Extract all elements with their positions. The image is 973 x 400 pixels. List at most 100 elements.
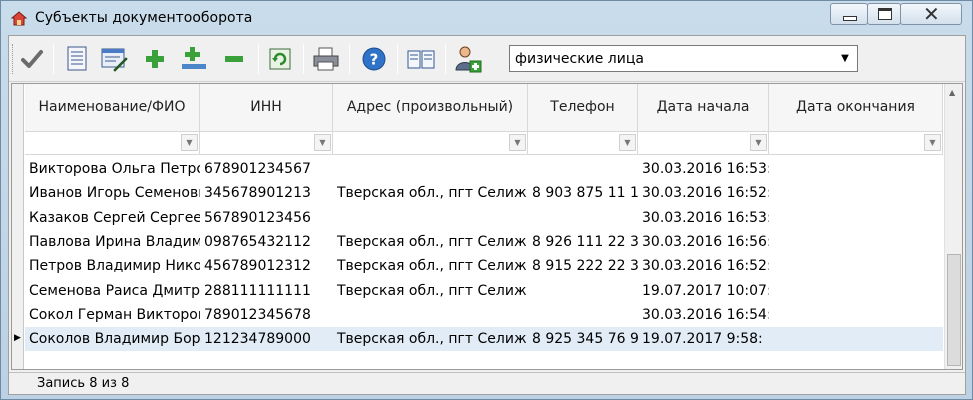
user-icon: [455, 46, 482, 73]
subject-type-value: физические лица: [515, 51, 644, 67]
table-cell: [333, 157, 528, 181]
add-record-button[interactable]: [179, 44, 209, 74]
chevron-down-icon[interactable]: ▼: [750, 134, 767, 151]
table-row[interactable]: Семенова Раиса Дмитри 288111111111 Тверска…: [25, 279, 943, 303]
toolbar-separator: [53, 44, 54, 74]
title-bar[interactable]: Субъекты документооборота ✕: [1, 1, 972, 35]
vertical-scrollbar[interactable]: ▲: [944, 84, 962, 369]
column-filter[interactable]: ▼: [528, 132, 638, 155]
column-filter[interactable]: ▼: [638, 132, 769, 155]
subject-type-select[interactable]: физические лица ▼: [509, 45, 858, 72]
help-icon: ?: [362, 47, 386, 71]
table-cell: [769, 181, 943, 205]
column-header[interactable]: ИНН: [200, 84, 333, 132]
table-cell: [769, 327, 943, 351]
table-cell: 30.03.2016 16:52:: [642, 185, 769, 202]
apply-button[interactable]: [17, 44, 47, 74]
scrollbar-thumb[interactable]: [947, 254, 961, 366]
printer-icon: [313, 47, 339, 71]
table-cell: Соколов Владимир Бор: [29, 331, 200, 348]
column-filter[interactable]: ▼: [200, 132, 333, 155]
column-filter[interactable]: ▼: [333, 132, 528, 155]
table-cell: [528, 279, 638, 303]
table-cell: 30.03.2016 16:53:: [642, 161, 769, 177]
table-cell: [528, 303, 638, 327]
chevron-down-icon[interactable]: ▼: [181, 134, 198, 151]
column-header[interactable]: Дата начала: [638, 84, 769, 132]
add-button[interactable]: [140, 44, 170, 74]
table-cell: Петров Владимир Нико: [29, 258, 200, 275]
refresh-button[interactable]: [265, 44, 295, 74]
scroll-up-icon[interactable]: ▲: [949, 88, 955, 97]
table-cell: Тверская обл., пгт Селиж: [337, 258, 527, 275]
table-cell: 30.03.2016 16:54:: [642, 306, 769, 323]
column-header[interactable]: Телефон: [528, 84, 638, 132]
view-document-button[interactable]: [62, 44, 92, 74]
subjects-grid[interactable]: Наименование/ФИО ▼ ИНН ▼ Адрес (произвольный…: [11, 83, 963, 370]
edit-document-button[interactable]: [99, 44, 129, 74]
minimize-icon: [843, 16, 857, 21]
chevron-down-icon[interactable]: ▼: [509, 134, 526, 151]
close-button[interactable]: ✕: [900, 2, 962, 26]
table-cell: 19.07.2017 10:07:: [642, 282, 769, 299]
window-title: Субъекты документооборота: [35, 10, 253, 26]
table-row[interactable]: Иванов Игорь Семенович 345678901213 Тверск…: [25, 181, 943, 205]
print-button[interactable]: [311, 44, 341, 74]
minimize-button[interactable]: [830, 3, 868, 25]
catalog-button[interactable]: [406, 44, 436, 74]
table-cell: [769, 157, 943, 181]
document-icon: [67, 46, 87, 71]
toolbar-separator: [349, 44, 350, 74]
toolbar-grip[interactable]: [12, 44, 15, 74]
table-cell: [769, 230, 943, 254]
minus-icon: [225, 56, 243, 62]
table-row[interactable]: Павлова Ирина Владим 098765432112 Тверская…: [25, 230, 943, 254]
users-button[interactable]: [453, 44, 483, 74]
remove-button[interactable]: [219, 44, 249, 74]
table-cell: 121234789000: [204, 331, 311, 348]
table-row[interactable]: Казаков Сергей Сергеевич567890123456 30.0…: [25, 206, 943, 230]
column-header[interactable]: Адрес (произвольный): [333, 84, 528, 132]
table-cell: Тверская обл., пгт Селиж: [337, 233, 527, 250]
column-header[interactable]: Наименование/ФИО: [25, 84, 200, 132]
chevron-down-icon[interactable]: ▼: [314, 134, 331, 151]
column-header-label: Наименование/ФИО: [38, 99, 186, 115]
column-filter[interactable]: ▼: [25, 132, 200, 155]
table-cell: 789012345678: [204, 306, 311, 323]
table-cell: Павлова Ирина Владим: [29, 233, 200, 250]
chevron-down-icon[interactable]: ▼: [619, 134, 636, 151]
column-header-label: Телефон: [550, 99, 615, 115]
table-cell: 456789012312: [204, 258, 311, 275]
table-cell: [769, 206, 943, 230]
table-row[interactable]: Викторова Ольга Петровна678901234567 30.0…: [25, 157, 943, 181]
table-cell: 8 925 345 76 9: [532, 331, 638, 348]
table-cell: 678901234567: [204, 161, 311, 177]
table-row[interactable]: Петров Владимир Нико 456789012312 Тверская…: [25, 254, 943, 278]
maximize-button[interactable]: [867, 3, 901, 25]
column-header[interactable]: Дата окончания: [769, 84, 943, 132]
table-row[interactable]: Сокол Герман Викторов 789012345678 30.03.2…: [25, 303, 943, 327]
table-cell: 567890123456: [204, 209, 311, 226]
house-icon: [11, 11, 27, 26]
refresh-icon: [269, 48, 291, 70]
column-filter[interactable]: ▼: [769, 132, 943, 155]
table-cell: 30.03.2016 16:52:: [642, 258, 769, 275]
table-cell: 288111111111: [204, 282, 311, 299]
chevron-down-icon[interactable]: ▼: [835, 48, 855, 69]
table-cell: 345678901213: [204, 185, 311, 202]
svg-text:?: ?: [370, 51, 379, 69]
toolbar-separator: [397, 44, 398, 74]
table-cell: Иванов Игорь Семенович: [29, 185, 200, 202]
chevron-down-icon[interactable]: ▼: [924, 134, 941, 151]
app-window: Субъекты документооборота ✕ ? физические…: [0, 0, 973, 400]
maximize-icon: [878, 8, 892, 20]
table-row[interactable]: Соколов Владимир Бор 121234789000 Тверская…: [25, 327, 943, 352]
help-button[interactable]: ?: [359, 44, 389, 74]
table-cell: Сокол Герман Викторов: [29, 306, 200, 323]
table-cell: [528, 157, 638, 181]
column-header-label: Дата начала: [656, 99, 750, 115]
table-cell: [333, 206, 528, 230]
client-area: ? физические лица ▼ Наименование/ФИО ▼ И…: [8, 35, 966, 395]
table-cell: 19.07.2017 9:58:: [642, 331, 763, 348]
status-bar: Запись 8 из 8: [9, 372, 965, 394]
